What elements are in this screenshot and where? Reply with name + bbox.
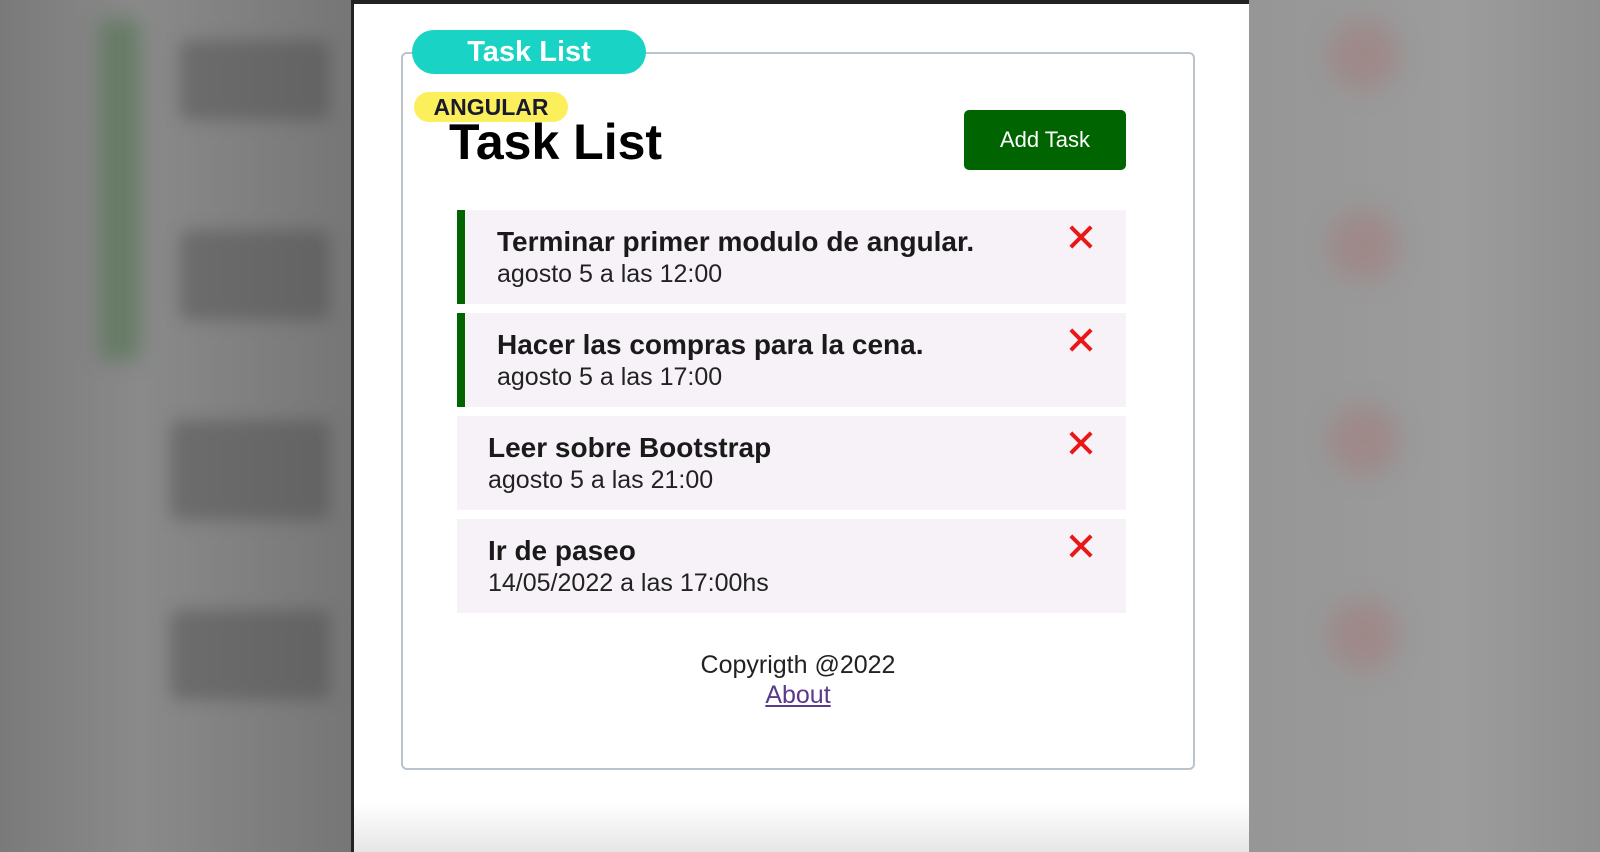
task-item[interactable]: Terminar primer modulo de angular. agosto… xyxy=(457,210,1126,304)
copyright-text: Copyrigth @2022 xyxy=(700,651,896,679)
background-blob xyxy=(1329,210,1399,280)
task-text: Hacer las compras para la cena. xyxy=(497,329,924,360)
task-item[interactable]: Ir de paseo 14/05/2022 a las 17:00hs xyxy=(457,519,1126,613)
task-item[interactable]: Hacer las compras para la cena. agosto 5 … xyxy=(457,313,1126,407)
page-title: Task List xyxy=(449,114,663,170)
background-blur-left xyxy=(0,0,351,852)
angular-badge: ANGULAR xyxy=(414,92,568,122)
task-list-container: Task List Add Task Terminar primer modul… xyxy=(401,52,1195,770)
task-day: agosto 5 a las 21:00 xyxy=(488,466,714,494)
close-icon[interactable] xyxy=(1066,531,1096,561)
close-icon[interactable] xyxy=(1066,325,1096,355)
close-icon[interactable] xyxy=(1066,428,1096,458)
background-blob xyxy=(180,230,330,320)
task-day: agosto 5 a las 17:00 xyxy=(497,363,723,391)
background-blob xyxy=(180,40,330,120)
close-icon[interactable] xyxy=(1066,222,1096,252)
background-blob xyxy=(170,610,330,700)
task-list: Terminar primer modulo de angular. agosto… xyxy=(457,210,1126,622)
task-text: Ir de paseo xyxy=(488,535,636,566)
app-page: Task List ANGULAR Task List Add Task Ter… xyxy=(351,0,1249,852)
task-day: agosto 5 a las 12:00 xyxy=(497,260,723,288)
background-green-strip xyxy=(100,20,140,360)
task-text: Terminar primer modulo de angular. xyxy=(497,226,975,257)
background-blur-right xyxy=(1249,0,1600,852)
video-title-pill: Task List xyxy=(412,30,646,74)
background-blob xyxy=(1329,600,1399,670)
background-blob xyxy=(1329,405,1399,475)
about-link[interactable]: About xyxy=(765,681,830,709)
task-day: 14/05/2022 a las 17:00hs xyxy=(488,569,769,597)
task-text: Leer sobre Bootstrap xyxy=(488,432,772,463)
add-task-button[interactable]: Add Task xyxy=(964,110,1126,170)
task-item[interactable]: Leer sobre Bootstrap agosto 5 a las 21:00 xyxy=(457,416,1126,510)
background-blob xyxy=(170,420,330,520)
background-blob xyxy=(1329,20,1399,90)
footer: Copyrigth @2022 About xyxy=(403,650,1193,710)
bottom-fade xyxy=(354,802,1249,852)
